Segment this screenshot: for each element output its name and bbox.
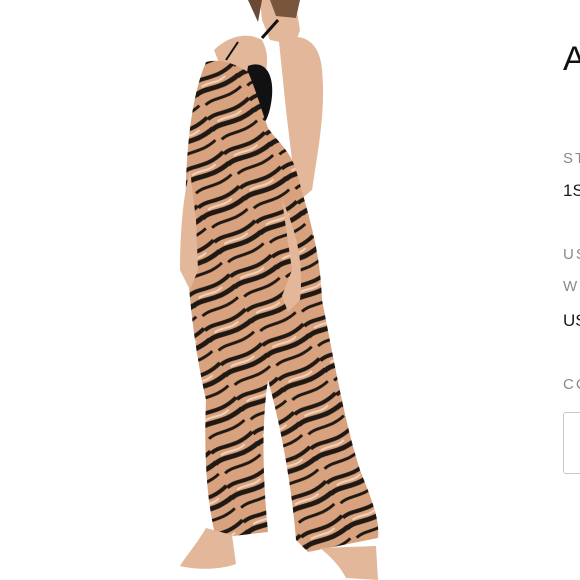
us-value: US <box>563 311 580 330</box>
style-value: 1S <box>563 181 580 200</box>
us-label: US <box>563 246 580 263</box>
product-title: A <box>563 40 580 78</box>
product-detail-panel: A ST 1S US W US CC <box>555 0 580 580</box>
color-label: CC <box>563 376 580 393</box>
style-label: ST <box>563 150 580 167</box>
product-photo-illustration <box>180 0 379 580</box>
product-photo[interactable] <box>0 0 555 580</box>
w-label: W <box>563 278 580 295</box>
color-swatch[interactable] <box>563 412 580 474</box>
